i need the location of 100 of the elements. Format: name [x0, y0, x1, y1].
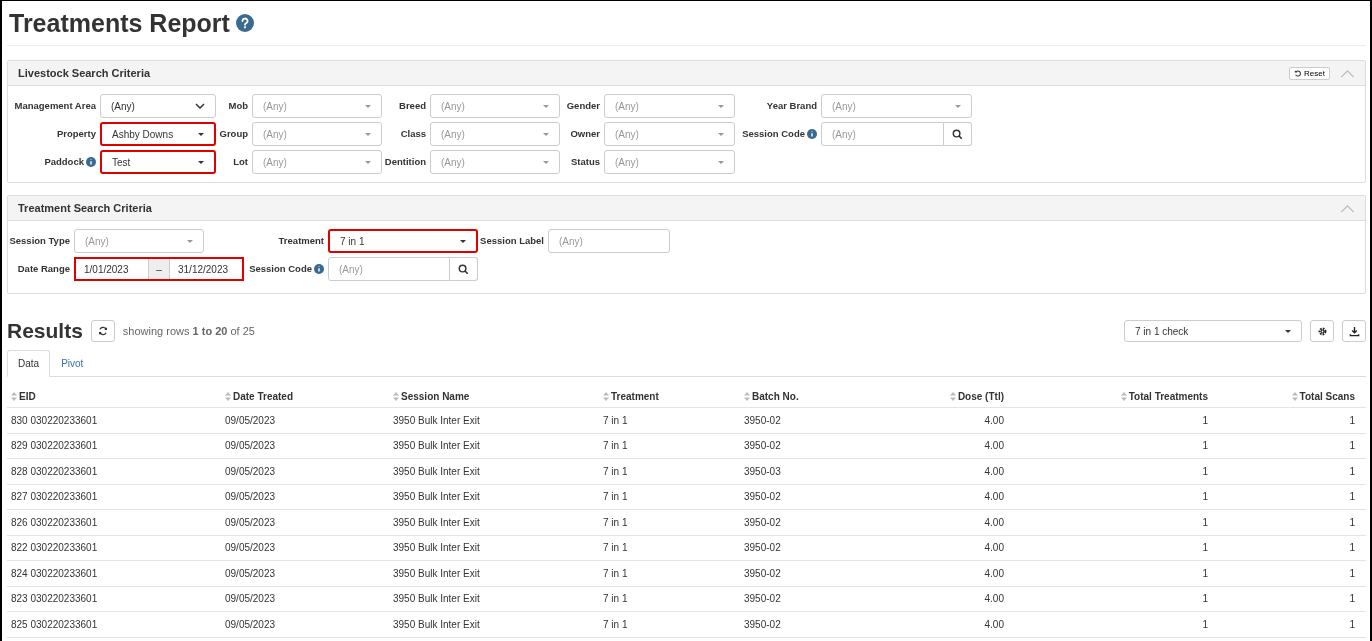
row-count-text: showing rows 1 to 20 of 25 — [122, 325, 255, 337]
table-cell: 4.00 — [984, 542, 1004, 554]
panel-title: Livestock Search Criteria — [18, 67, 152, 79]
search-button[interactable] — [944, 122, 972, 146]
refresh-icon — [97, 326, 108, 336]
table-cell: 09/05/2023 — [225, 465, 276, 477]
sort-icon — [393, 391, 399, 401]
column-header[interactable]: Total Scans — [1291, 390, 1355, 402]
table-cell: 4.00 — [984, 414, 1004, 426]
table-cell: 3950 Bulk Inter Exit — [393, 516, 480, 528]
view-dropdown[interactable]: 7 in 1 check — [1124, 320, 1302, 342]
field-label: Lot — [233, 156, 248, 168]
table-cell: 3950 Bulk Inter Exit — [393, 440, 480, 452]
table-cell: 4.00 — [984, 567, 1004, 579]
tab[interactable]: Pivot — [50, 350, 95, 377]
caret-icon — [198, 132, 204, 136]
field-label: Mob — [228, 100, 248, 112]
sort-icon — [1120, 391, 1127, 401]
table-cell: 3950 Bulk Inter Exit — [393, 618, 480, 630]
table-cell: 7 in 1 — [603, 414, 628, 426]
field-label: Session Code — [742, 128, 805, 140]
caret-icon — [955, 104, 961, 108]
dropdown-field[interactable]: Ashby Downs — [100, 122, 216, 146]
table-cell: 3950 Bulk Inter Exit — [393, 567, 480, 579]
dropdown-field[interactable]: 7 in 1 — [328, 229, 478, 253]
table-cell: 823 030220233601 — [11, 593, 98, 605]
column-header[interactable]: EID — [11, 390, 36, 402]
table-cell: 1 — [1202, 542, 1208, 554]
table-cell: 4.00 — [984, 516, 1004, 528]
reset-button[interactable]: Reset — [1289, 66, 1330, 80]
table-cell: 7 in 1 — [603, 618, 628, 630]
table-cell: 4.00 — [984, 491, 1004, 503]
table-cell: 3950 Bulk Inter Exit — [393, 491, 480, 503]
field-label: Owner — [570, 128, 600, 140]
field-label: Property — [56, 128, 96, 140]
info-icon[interactable] — [86, 157, 96, 167]
column-header[interactable]: Treatment — [603, 390, 659, 402]
field-label: Management Area — [14, 100, 96, 112]
table-cell: 1 — [1349, 567, 1355, 579]
table-cell: 1 — [1202, 440, 1208, 452]
sort-icon — [744, 391, 750, 401]
field-label: Paddock — [44, 156, 84, 168]
help-icon[interactable] — [235, 14, 254, 32]
date-range-field[interactable]: 1/01/2023 – 31/12/2023 — [74, 257, 244, 281]
caret-icon — [365, 104, 371, 108]
settings-button[interactable] — [1310, 320, 1334, 342]
info-icon[interactable] — [314, 264, 324, 274]
table-cell: 1 — [1349, 516, 1355, 528]
table-cell: 3950 Bulk Inter Exit — [393, 465, 480, 477]
column-header[interactable]: Session Name — [393, 390, 470, 402]
table-cell: 827 030220233601 — [11, 491, 98, 503]
table-cell: 4.00 — [984, 618, 1004, 630]
column-header[interactable]: Total Treatments — [1120, 390, 1208, 402]
table-cell: 1 — [1202, 414, 1208, 426]
caret-icon — [1285, 329, 1291, 333]
table-cell: 09/05/2023 — [225, 593, 276, 605]
table-cell: 825 030220233601 — [11, 618, 98, 630]
sort-icon — [11, 391, 17, 401]
caret-icon — [198, 160, 204, 164]
tab[interactable]: Data — [7, 350, 51, 377]
table-cell: 7 in 1 — [603, 491, 628, 503]
table-cell: 7 in 1 — [603, 542, 628, 554]
table-cell: 828 030220233601 — [11, 465, 98, 477]
table-cell: 1 — [1202, 593, 1208, 605]
dropdown-field[interactable]: (Any) — [100, 94, 216, 118]
table-cell: 826 030220233601 — [11, 516, 98, 528]
sort-icon — [225, 391, 231, 401]
search-icon — [952, 128, 963, 140]
info-icon[interactable] — [807, 129, 817, 139]
caret-icon — [187, 239, 193, 243]
table-cell: 09/05/2023 — [225, 491, 276, 503]
table-cell: 1 — [1349, 593, 1355, 605]
table-cell: 09/05/2023 — [225, 618, 276, 630]
table-cell: 7 in 1 — [603, 465, 628, 477]
panel-title: Treatment Search Criteria — [18, 202, 153, 214]
column-header[interactable]: Batch No. — [744, 390, 799, 402]
field-label: Breed — [399, 100, 426, 112]
table-cell: 7 in 1 — [603, 440, 628, 452]
table-cell: 3950 Bulk Inter Exit — [393, 542, 480, 554]
table-cell: 1 — [1349, 491, 1355, 503]
dropdown-field[interactable]: Test — [100, 150, 216, 174]
table-cell: 1 — [1349, 542, 1355, 554]
table-cell: 1 — [1349, 618, 1355, 630]
table-cell: 1 — [1349, 465, 1355, 477]
caret-icon — [543, 160, 549, 164]
caret-icon — [718, 132, 724, 136]
download-button[interactable] — [1342, 320, 1366, 342]
table-cell: 3950 Bulk Inter Exit — [393, 414, 480, 426]
sort-icon — [603, 391, 609, 401]
refresh-button[interactable] — [90, 320, 115, 342]
search-button[interactable] — [450, 257, 478, 281]
sort-icon — [1291, 391, 1298, 401]
caret-icon — [718, 104, 724, 108]
column-header[interactable]: Dose (Ttl) — [949, 390, 1004, 402]
field-label: Class — [400, 128, 426, 140]
table-cell: 3950-03 — [744, 465, 781, 477]
table-cell: 7 in 1 — [603, 516, 628, 528]
settings-icon — [1316, 325, 1328, 337]
column-header[interactable]: Date Treated — [225, 390, 294, 402]
table-cell: 1 — [1202, 491, 1208, 503]
